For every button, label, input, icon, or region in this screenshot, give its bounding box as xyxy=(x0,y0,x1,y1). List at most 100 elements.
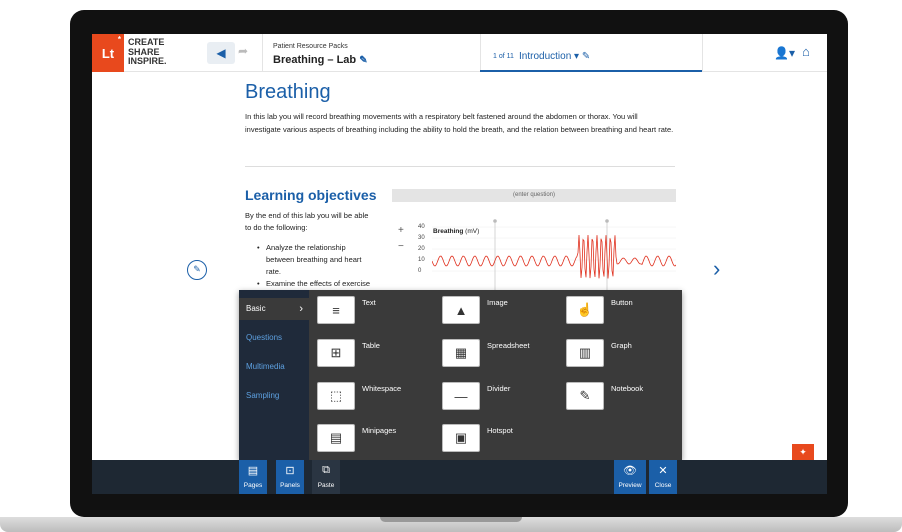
pages-icon: ▤ xyxy=(247,465,259,477)
whitespace-icon: ⬚ xyxy=(317,382,355,410)
tile-label: Graph xyxy=(611,341,632,350)
paste-label: Paste xyxy=(317,482,335,489)
page-name-text: Introduction ▾ xyxy=(519,51,580,62)
y-tick: 40 xyxy=(418,224,425,230)
tagline-inspire: INSPIRE. xyxy=(128,56,167,66)
page-content: Breathing In this lab you will record br… xyxy=(245,81,675,136)
objectives-list: Analyze the relationship between breathi… xyxy=(257,242,373,290)
tile-image[interactable]: ▲ Image xyxy=(442,296,508,324)
undo-arrow-icon: ◀ xyxy=(216,46,226,60)
paste-button[interactable]: ⧉ Paste xyxy=(312,460,340,494)
spreadsheet-icon: ▦ xyxy=(442,339,480,367)
logo-text: Lt xyxy=(101,45,115,61)
lt-badge[interactable]: ✦ xyxy=(792,444,814,460)
lesson-title[interactable]: Breathing – Lab ✎ xyxy=(273,54,368,66)
menu-questions[interactable]: Questions xyxy=(239,327,309,349)
breathing-graph[interactable]: + − 40 30 20 10 0 Breathing (mV) xyxy=(392,209,676,291)
y-tick: 20 xyxy=(418,246,425,252)
top-bar: Lt * CREATE SHARE INSPIRE. ◀ ➦ Patient R… xyxy=(92,34,827,72)
menu-sampling[interactable]: Sampling xyxy=(239,385,309,407)
button-icon: ☝ xyxy=(566,296,604,324)
header-divider xyxy=(262,34,263,72)
lt-logo[interactable]: Lt * xyxy=(92,34,124,72)
tile-label: Divider xyxy=(487,384,511,393)
user-icon[interactable]: 👤▾ xyxy=(774,46,795,60)
text-icon: ≡ xyxy=(317,296,355,324)
close-label: Close xyxy=(654,482,672,489)
tile-label: Table xyxy=(362,341,380,350)
trace-line xyxy=(432,234,676,279)
hotspot-icon: ▣ xyxy=(442,424,480,452)
objectives-heading: Learning objectives xyxy=(245,187,377,203)
pack-label: Patient Resource Packs xyxy=(273,43,348,50)
lesson-title-text: Breathing – Lab xyxy=(273,54,357,66)
laptop-notch xyxy=(380,517,522,522)
tile-label: Minipages xyxy=(362,426,397,435)
preview-label: Preview xyxy=(618,482,642,489)
panel-menu: Basic › Questions Multimedia Sampling xyxy=(239,290,309,460)
paste-icon: ⧉ xyxy=(322,464,330,476)
tile-text[interactable]: ≡ Text xyxy=(317,296,376,324)
y-tick: 30 xyxy=(418,235,425,241)
home-icon[interactable]: ⌂ xyxy=(802,44,810,59)
y-tick: 0 xyxy=(418,268,422,274)
tile-label: Notebook xyxy=(611,384,644,393)
zoom-in-icon[interactable]: + xyxy=(398,225,404,236)
pages-label: Pages xyxy=(243,482,263,489)
pencil-icon[interactable]: ✎ xyxy=(359,55,367,66)
channel-unit: (mV) xyxy=(465,228,480,235)
zoom-out-icon[interactable]: − xyxy=(398,241,404,252)
intro-text: In this lab you will record breathing mo… xyxy=(245,112,674,134)
breathing-trace xyxy=(432,219,676,291)
page-selector[interactable]: 1 of 11 Introduction ▾ ✎ xyxy=(480,34,702,72)
menu-basic-label: Basic xyxy=(246,304,266,313)
tile-label: Text xyxy=(362,298,376,307)
pages-button[interactable]: ▤ Pages xyxy=(239,460,267,494)
tile-divider[interactable]: — Divider xyxy=(442,382,510,410)
redo-arrow-icon: ➦ xyxy=(238,44,249,58)
y-tick: 10 xyxy=(418,257,425,263)
tile-label: Hotspot xyxy=(487,426,513,435)
objectives-intro: By the end of this lab you will be able … xyxy=(245,211,369,232)
tile-table[interactable]: ⊞ Table xyxy=(317,339,380,367)
preview-button[interactable]: 👁 Preview xyxy=(614,460,646,494)
logo-star: * xyxy=(117,35,121,44)
tile-label: Image xyxy=(487,298,508,307)
chevron-right-icon: › xyxy=(299,303,303,315)
tile-hotspot[interactable]: ▣ Hotspot xyxy=(442,424,513,452)
panels-label: Panels xyxy=(280,482,300,489)
menu-basic[interactable]: Basic › xyxy=(239,298,309,320)
question-field[interactable]: (enter question) xyxy=(392,189,676,202)
edit-notes-icon[interactable]: ✎ xyxy=(187,260,207,280)
graph-channel: Breathing (mV) xyxy=(433,228,479,235)
close-button[interactable]: ✕ Close xyxy=(649,460,677,494)
tile-graph[interactable]: ▥ Graph xyxy=(566,339,632,367)
tile-whitespace[interactable]: ⬚ Whitespace xyxy=(317,382,401,410)
page-name: Introduction ▾ ✎ xyxy=(519,51,590,62)
tile-label: Whitespace xyxy=(362,384,402,393)
tile-spreadsheet[interactable]: ▦ Spreadsheet xyxy=(442,339,530,367)
tile-label: Spreadsheet xyxy=(487,341,530,350)
list-item: Examine the effects of exercise xyxy=(257,278,373,290)
header-divider xyxy=(702,34,703,72)
page-underline xyxy=(480,70,702,72)
notebook-icon: ✎ xyxy=(566,382,604,410)
graph-icon: ▥ xyxy=(566,339,604,367)
close-icon: ✕ xyxy=(658,465,668,477)
panels-button[interactable]: ⊡ Panels xyxy=(276,460,304,494)
tile-label: Button xyxy=(611,298,633,307)
panels-icon: ⊡ xyxy=(285,465,295,477)
page-counter: 1 of 11 xyxy=(493,53,514,60)
menu-multimedia[interactable]: Multimedia xyxy=(239,356,309,378)
redo-button[interactable]: ➦ xyxy=(238,44,248,58)
undo-button[interactable]: ◀ xyxy=(207,42,235,64)
minipages-icon: ▤ xyxy=(317,424,355,452)
tile-button[interactable]: ☝ Button xyxy=(566,296,633,324)
list-item: Analyze the relationship between breathi… xyxy=(257,242,373,278)
app-screen: Lt * CREATE SHARE INSPIRE. ◀ ➦ Patient R… xyxy=(92,34,827,494)
table-icon: ⊞ xyxy=(317,339,355,367)
tile-notebook[interactable]: ✎ Notebook xyxy=(566,382,643,410)
pencil-icon[interactable]: ✎ xyxy=(582,51,590,62)
tile-minipages[interactable]: ▤ Minipages xyxy=(317,424,396,452)
next-page-icon[interactable]: › xyxy=(713,256,720,282)
